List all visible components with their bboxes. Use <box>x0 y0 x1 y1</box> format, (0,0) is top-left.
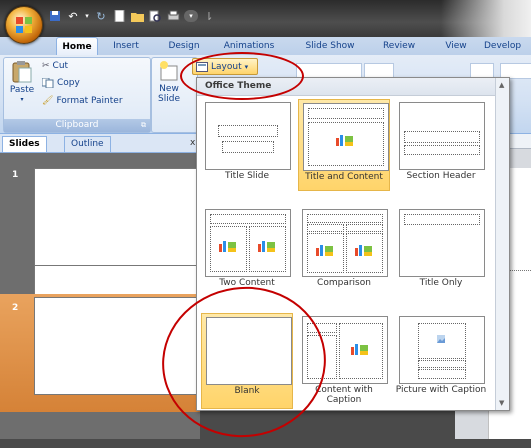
content-icons-icon <box>355 245 372 256</box>
quick-access-toolbar: ↶ ▾ ↻ ▾ ⇂ <box>48 7 216 25</box>
scissors-icon: ✂ <box>42 61 50 71</box>
copy-button[interactable]: Copy <box>42 78 80 88</box>
layout-comparison[interactable]: Comparison <box>298 206 390 298</box>
tab-insert[interactable]: Insert <box>108 37 144 55</box>
format-painter-button[interactable]: 🖌 Format Painter <box>42 96 123 106</box>
slide-thumbnail-1-frame[interactable] <box>34 168 198 266</box>
content-icons-icon <box>258 241 275 252</box>
new-slide-icon <box>160 61 178 81</box>
print-preview-icon[interactable] <box>148 9 162 23</box>
undo-icon[interactable]: ↶ <box>66 9 80 23</box>
slide-number: 1 <box>12 170 19 180</box>
copy-label: Copy <box>57 78 80 88</box>
chevron-down-icon: ▾ <box>20 96 24 103</box>
customize-qat-icon[interactable]: ▾ <box>184 10 198 22</box>
content-icons-icon <box>351 344 368 355</box>
tab-developer[interactable]: Develop <box>484 37 531 55</box>
new-slide-button[interactable]: New Slide <box>158 60 180 104</box>
tab-slides[interactable]: Slides <box>2 136 47 152</box>
format-painter-label: Format Painter <box>56 96 123 106</box>
content-icons-icon <box>316 245 333 256</box>
paintbrush-icon: 🖌 <box>42 96 54 106</box>
paste-label: Paste <box>9 85 35 95</box>
scroll-up-icon[interactable]: ▲ <box>499 81 504 89</box>
scroll-down-icon[interactable]: ▼ <box>499 399 504 407</box>
chevron-down-icon[interactable]: ▾ <box>84 9 90 23</box>
tab-design[interactable]: Design <box>164 37 204 55</box>
redo-icon[interactable]: ↻ <box>94 9 108 23</box>
tab-home[interactable]: Home <box>56 37 98 56</box>
ribbon-tab-bar: Home Insert Design Animations Slide Show… <box>0 37 531 56</box>
office-button[interactable] <box>5 6 43 44</box>
paste-icon <box>12 61 32 83</box>
paste-button[interactable]: Paste ▾ <box>8 60 36 103</box>
open-folder-icon[interactable] <box>130 9 144 23</box>
tab-slide-show[interactable]: Slide Show <box>300 37 360 55</box>
new-slide-label-2: Slide <box>158 94 180 104</box>
content-icons-icon <box>336 135 353 146</box>
slide-number: 2 <box>12 303 19 313</box>
layout-title-slide[interactable]: Title Slide <box>201 99 293 191</box>
tab-view[interactable]: View <box>440 37 472 55</box>
new-document-icon[interactable] <box>112 9 126 23</box>
save-icon[interactable] <box>48 9 62 23</box>
content-icons-icon <box>219 241 236 252</box>
annotation-ring-layout <box>180 52 304 100</box>
copy-icon <box>42 78 54 88</box>
clipboard-group: Paste ▾ ✂ Cut Copy 🖌 Format Painter Clip… <box>3 57 151 133</box>
tab-outline[interactable]: Outline <box>64 136 111 152</box>
layout-picture-with-caption[interactable]: Picture with Caption <box>395 313 487 405</box>
new-slide-label: New <box>159 84 179 94</box>
clipboard-group-label: Clipboard ⧉ <box>4 119 150 132</box>
layout-section-header[interactable]: Section Header <box>395 99 487 191</box>
dialog-launcher-icon[interactable]: ⧉ <box>141 119 146 132</box>
office-logo-icon <box>16 17 32 33</box>
picture-icon <box>437 335 445 343</box>
layout-two-content[interactable]: Two Content <box>201 206 293 298</box>
tab-review[interactable]: Review <box>378 37 420 55</box>
cut-button[interactable]: ✂ Cut <box>42 61 68 71</box>
layout-title-and-content[interactable]: Title and Content <box>298 99 390 191</box>
layout-title-only[interactable]: Title Only <box>395 206 487 298</box>
separator-icon: ⇂ <box>204 9 214 23</box>
slides-pane-tabs: Slides Outline x <box>0 134 200 153</box>
cut-label: Cut <box>52 61 69 71</box>
print-icon[interactable] <box>166 9 180 23</box>
gallery-scrollbar[interactable]: ▲ ▼ <box>495 78 509 410</box>
